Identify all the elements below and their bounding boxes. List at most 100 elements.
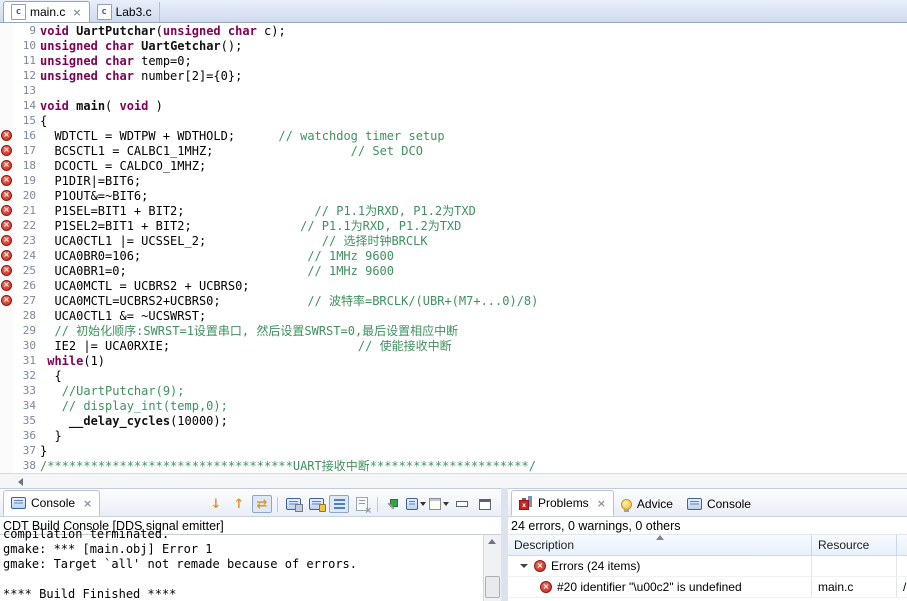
- code-line[interactable]: 13: [0, 83, 907, 98]
- tab-advice[interactable]: Advice: [614, 492, 680, 516]
- code-line[interactable]: 28 UCA0CTL1 &= ~UCSWRST;: [0, 308, 907, 323]
- code-line[interactable]: 9void UartPutchar(unsigned char c);: [0, 23, 907, 38]
- code-line[interactable]: 23 UCA0CTL1 |= UCSSEL_2; // 选择时钟BRCLK: [0, 233, 907, 248]
- code-line[interactable]: 14void main( void ): [0, 98, 907, 113]
- console-output[interactable]: compilation terminated.gmake: *** [main.…: [0, 527, 483, 601]
- code-line[interactable]: 22 P1SEL2=BIT1 + BIT2; // P1.1为RXD, P1.2…: [0, 218, 907, 233]
- editor-horizontal-scrollbar[interactable]: [0, 473, 907, 488]
- code-line[interactable]: 21 P1SEL=BIT1 + BIT2; // P1.1为RXD, P1.2为…: [0, 203, 907, 218]
- code-text: }: [40, 444, 47, 458]
- code-line[interactable]: 33 //UartPutchar(9);: [0, 383, 907, 398]
- scroll-up-icon[interactable]: [488, 539, 496, 544]
- code-line[interactable]: 26 UCA0MCTL = UCBRS2 + UCBRS0;: [0, 278, 907, 293]
- code-line[interactable]: 17 BCSCTL1 = CALBC1_1MHZ; // Set DCO: [0, 143, 907, 158]
- annotation-ruler: [0, 38, 14, 53]
- bottom-panel-area: Console ↓↑⇄ CDT Build Console [DDS signa…: [0, 488, 907, 601]
- annotation-ruler: [0, 83, 14, 98]
- code-line[interactable]: 25 UCA0BR1=0; // 1MHz 9600: [0, 263, 907, 278]
- annotation-ruler: [0, 443, 14, 458]
- code-line[interactable]: 38/**********************************UAR…: [0, 458, 907, 473]
- error-marker-slot: [0, 143, 14, 158]
- error-marker-slot: [0, 263, 14, 278]
- code-line[interactable]: 18 DCOCTL = CALDCO_1MHZ;: [0, 158, 907, 173]
- problems-table: Description Resource Errors (24 items)#2…: [508, 535, 907, 601]
- code-line[interactable]: 24 UCA0BR0=106; // 1MHz 9600: [0, 248, 907, 263]
- error-marker-slot: [0, 218, 14, 233]
- code-line[interactable]: 12unsigned char number[2]={0};: [0, 68, 907, 83]
- pin-console-icon[interactable]: [383, 495, 403, 513]
- scrollbar-thumb[interactable]: [485, 576, 500, 598]
- tab-lab3-c[interactable]: Lab3.c: [90, 2, 160, 22]
- error-marker-icon[interactable]: [1, 190, 12, 201]
- code-line[interactable]: 19 P1DIR|=BIT6;: [0, 173, 907, 188]
- annotation-ruler: [0, 98, 14, 113]
- tab-console[interactable]: Console: [3, 490, 100, 516]
- toolbar-separator: [277, 497, 278, 512]
- scroll-left-icon[interactable]: [18, 478, 23, 486]
- error-marker-icon[interactable]: [1, 205, 12, 216]
- save-console-output-icon[interactable]: [283, 495, 303, 513]
- column-description[interactable]: Description: [508, 535, 812, 555]
- code-text: {: [40, 114, 47, 128]
- line-number: 9: [14, 24, 40, 37]
- column-path-cropped[interactable]: [897, 535, 907, 555]
- tab-label: Console: [31, 496, 75, 510]
- scroll-lock-icon[interactable]: [306, 495, 326, 513]
- line-number: 31: [14, 354, 40, 367]
- error-marker-icon[interactable]: [1, 145, 12, 156]
- scroll-to-top-icon[interactable]: ↑: [229, 495, 249, 513]
- code-line[interactable]: 34 // display_int(temp,0);: [0, 398, 907, 413]
- error-marker-icon[interactable]: [1, 235, 12, 246]
- clear-console-icon[interactable]: [352, 495, 372, 513]
- code-line[interactable]: 30 IE2 |= UCA0RXIE; // 使能接收中断: [0, 338, 907, 353]
- chevron-down-icon[interactable]: [443, 502, 449, 506]
- code-line[interactable]: 10unsigned char UartGetchar();: [0, 38, 907, 53]
- code-line[interactable]: 15{: [0, 113, 907, 128]
- error-marker-icon[interactable]: [1, 130, 12, 141]
- word-wrap-icon[interactable]: [329, 495, 349, 513]
- problems-panel-header: Problems Advice Console: [508, 489, 907, 517]
- code-line[interactable]: 27 UCA0MCTL=UCBRS2+UCBRS0; // 波特率=BRCLK/…: [0, 293, 907, 308]
- column-resource[interactable]: Resource: [812, 535, 897, 555]
- chevron-down-icon[interactable]: [420, 502, 426, 506]
- code-text: P1DIR|=BIT6;: [40, 174, 141, 188]
- close-icon[interactable]: [597, 497, 606, 510]
- code-text: IE2 |= UCA0RXIE; // 使能接收中断: [40, 337, 452, 354]
- error-marker-icon[interactable]: [1, 160, 12, 171]
- code-line[interactable]: 37}: [0, 443, 907, 458]
- close-icon[interactable]: [83, 497, 92, 510]
- expand-caret-icon[interactable]: [520, 564, 528, 568]
- minimize-icon[interactable]: [452, 495, 472, 513]
- console-vertical-scrollbar[interactable]: [483, 535, 501, 601]
- tab-problems[interactable]: Problems: [511, 490, 614, 516]
- annotation-ruler: [0, 53, 14, 68]
- table-row[interactable]: #20 identifier "\u00c2" is undefinedmain…: [508, 577, 907, 598]
- code-line[interactable]: 16 WDTCTL = WDTPW + WDTHOLD; // watchdog…: [0, 128, 907, 143]
- code-line[interactable]: 11unsigned char temp=0;: [0, 53, 907, 68]
- error-marker-icon[interactable]: [1, 295, 12, 306]
- code-line[interactable]: 36 }: [0, 428, 907, 443]
- error-marker-icon[interactable]: [1, 265, 12, 276]
- error-marker-icon[interactable]: [1, 220, 12, 231]
- maximize-icon[interactable]: [475, 495, 495, 513]
- code-line[interactable]: 32 {: [0, 368, 907, 383]
- code-line[interactable]: 29 // 初始化顺序:SWRST=1设置串口, 然后设置SWRST=0,最后设…: [0, 323, 907, 338]
- show-console-on-output-icon[interactable]: ⇄: [252, 495, 272, 513]
- code-line[interactable]: 31 while(1): [0, 353, 907, 368]
- error-marker-slot: [0, 248, 14, 263]
- table-row[interactable]: Errors (24 items): [508, 556, 907, 577]
- code-line[interactable]: 20 P1OUT&=~BIT6;: [0, 188, 907, 203]
- tab-main-c[interactable]: main.c: [3, 1, 90, 22]
- display-selected-console-icon[interactable]: [406, 495, 426, 513]
- line-number: 27: [14, 294, 40, 307]
- code-line[interactable]: 35 __delay_cycles(10000);: [0, 413, 907, 428]
- error-marker-icon[interactable]: [1, 280, 12, 291]
- tab-console-2[interactable]: Console: [680, 492, 758, 516]
- open-console-icon[interactable]: [429, 495, 449, 513]
- scroll-to-bottom-icon[interactable]: ↓: [206, 495, 226, 513]
- code-editor[interactable]: 9void UartPutchar(unsigned char c);10uns…: [0, 23, 907, 473]
- error-marker-icon[interactable]: [1, 175, 12, 186]
- code-text: void main( void ): [40, 99, 163, 113]
- error-marker-icon[interactable]: [1, 250, 12, 261]
- close-icon[interactable]: [72, 6, 81, 19]
